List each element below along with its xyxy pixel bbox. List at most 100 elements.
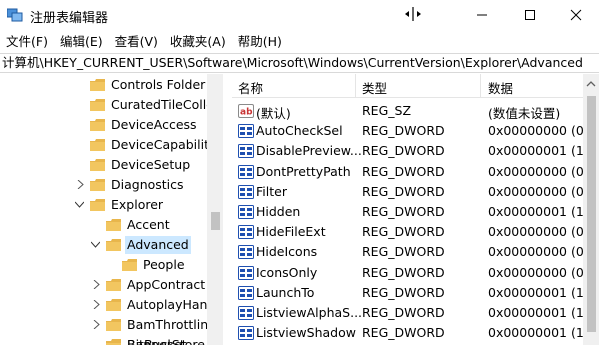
value-data: 0x00000000 (0): [488, 244, 583, 260]
tree-item-label: BitBucket: [127, 337, 187, 345]
tree-item-label: Controls Folder: [111, 77, 206, 92]
folder-icon: [106, 219, 121, 231]
tree-item-bamthrottling[interactable]: BamThrottling: [106, 315, 216, 335]
tree-item-curatedtile[interactable]: CuratedTileColle: [90, 95, 214, 115]
value-data: 0x00000001 (1): [488, 204, 583, 219]
folder-icon: [90, 179, 105, 191]
close-icon: [570, 9, 582, 21]
tree-item-controls-folder[interactable]: Controls Folder: [90, 75, 205, 95]
value-type: REG_DWORD: [362, 183, 445, 199]
tree-item-deviceaccess[interactable]: DeviceAccess: [90, 115, 197, 135]
folder-icon: [90, 99, 105, 111]
column-header-data[interactable]: 数据: [488, 78, 513, 97]
binary-value-icon: [238, 265, 254, 280]
value-row[interactable]: Hidden REG_DWORD 0x00000001 (1): [232, 202, 583, 222]
chevron-right-icon[interactable]: [92, 280, 101, 289]
folder-icon: [90, 119, 105, 131]
tree-item-label: Explorer: [111, 197, 164, 212]
binary-value-icon: [238, 144, 254, 159]
value-row[interactable]: IconsOnly REG_DWORD 0x00000000 (0): [232, 263, 583, 283]
binary-value-icon: [238, 285, 254, 300]
value-row[interactable]: HideIcons REG_DWORD 0x00000000 (0): [232, 242, 583, 262]
minimize-icon: [477, 14, 487, 16]
maximize-button[interactable]: [507, 0, 553, 30]
tree-item-label: Diagnostics: [111, 177, 184, 192]
folder-open-icon: [90, 199, 105, 211]
value-name: ListviewShadow: [256, 325, 356, 341]
tree-item-advanced[interactable]: Advanced: [106, 235, 191, 255]
chevron-down-icon[interactable]: [75, 200, 84, 209]
folder-icon: [90, 79, 105, 91]
value-row[interactable]: Filter REG_DWORD 0x00000000 (0): [232, 182, 583, 202]
value-data: 0x00000001 (1): [488, 143, 583, 159]
chevron-right-icon[interactable]: [92, 300, 101, 309]
value-row[interactable]: ListviewShadow REG_DWORD 0x00000001 (1): [232, 323, 583, 343]
value-name: (默认): [256, 106, 291, 121]
folder-icon: [90, 139, 105, 151]
minimize-button[interactable]: [459, 0, 505, 30]
value-list: 名称 类型 数据 ab (默认) REG_SZ (数值未设置) AutoCheckSel…: [232, 74, 583, 345]
chevron-down-icon[interactable]: [91, 240, 100, 249]
value-row[interactable]: ListviewAlphaS... REG_DWORD 0x00000001 (1): [232, 303, 583, 323]
folder-icon: [122, 259, 137, 271]
menu-help[interactable]: 帮助(H): [232, 32, 288, 52]
value-name: ListviewAlphaS...: [256, 305, 363, 320]
value-type: REG_DWORD: [362, 143, 445, 159]
tree-item-label: People: [143, 257, 185, 272]
list-header: 名称 类型 数据: [232, 74, 583, 98]
tree-item-accent[interactable]: Accent: [106, 215, 170, 235]
column-header-name[interactable]: 名称: [238, 78, 263, 97]
chevron-right-icon[interactable]: [76, 180, 85, 189]
tree-item-label: DeviceCapabiliti: [111, 137, 213, 152]
key-tree: Controls Folder CuratedTileColle DeviceA…: [0, 74, 223, 345]
menu-favorites[interactable]: 收藏夹(A): [164, 32, 232, 52]
tree-item-autoplayhandlers[interactable]: AutoplayHanc: [106, 295, 214, 315]
value-name: IconsOnly: [256, 264, 318, 280]
value-row[interactable]: AutoCheckSel REG_DWORD 0x00000000 (0): [232, 121, 583, 141]
column-header-type[interactable]: 类型: [362, 78, 387, 97]
folder-icon: [106, 339, 121, 345]
tree-item-label: BamThrottling: [127, 317, 217, 332]
menu-view[interactable]: 查看(V): [109, 32, 164, 52]
scroll-up-arrow-icon[interactable]: [586, 80, 596, 88]
column-divider[interactable]: [480, 74, 481, 98]
column-divider[interactable]: [355, 74, 356, 98]
value-row[interactable]: LaunchTo REG_DWORD 0x00000001 (1): [232, 283, 583, 303]
binary-value-icon: [238, 164, 254, 179]
tree-item-diagnostics[interactable]: Diagnostics: [90, 175, 184, 195]
tree-scrollbar-thumb[interactable]: [211, 212, 220, 230]
value-data: 0x00000001 (1): [488, 284, 583, 300]
value-row[interactable]: HideFileExt REG_DWORD 0x00000000 (0): [232, 222, 583, 242]
value-type: REG_DWORD: [362, 325, 445, 341]
close-button[interactable]: [553, 0, 599, 30]
tree-item-devicecapabilities[interactable]: DeviceCapabiliti: [90, 135, 212, 155]
resize-cursor-icon: [405, 7, 421, 21]
tree-item-label: DeviceSetup: [111, 157, 191, 172]
value-data: 0x00000001 (1): [488, 325, 583, 341]
string-value-icon: ab: [238, 104, 254, 118]
value-type: REG_DWORD: [362, 204, 445, 219]
tree-item-devicesetup[interactable]: DeviceSetup: [90, 155, 190, 175]
tree-item-bitbucket-partial[interactable]: BitBucket: [106, 336, 187, 345]
tree-item-appcontract[interactable]: AppContract: [106, 275, 205, 295]
list-scrollbar-thumb[interactable]: [587, 96, 596, 332]
folder-icon: [90, 159, 105, 171]
folder-open-icon: [106, 239, 121, 251]
value-data: 0x00000000 (0): [488, 163, 583, 179]
chevron-right-icon[interactable]: [92, 320, 101, 329]
value-row[interactable]: ab (默认) REG_SZ (数值未设置): [232, 101, 583, 121]
menu-file[interactable]: 文件(F): [0, 32, 54, 52]
value-data: (数值未设置): [488, 106, 561, 121]
folder-icon: [106, 279, 121, 291]
address-bar[interactable]: 计算机\HKEY_CURRENT_USER\Software\Microsoft…: [0, 53, 599, 73]
value-name: LaunchTo: [256, 284, 315, 300]
tree-item-explorer[interactable]: Explorer: [90, 195, 163, 215]
value-type: REG_DWORD: [362, 224, 445, 240]
menu-edit[interactable]: 编辑(E): [54, 32, 109, 52]
value-row[interactable]: DisablePreview... REG_DWORD 0x00000001 (1): [232, 141, 583, 161]
svg-text:ab: ab: [240, 108, 253, 118]
tree-scrollbar[interactable]: [207, 74, 223, 345]
value-row[interactable]: DontPrettyPath REG_DWORD 0x00000000 (0): [232, 162, 583, 182]
tree-item-people[interactable]: People: [122, 255, 185, 275]
value-type: REG_DWORD: [362, 123, 445, 139]
